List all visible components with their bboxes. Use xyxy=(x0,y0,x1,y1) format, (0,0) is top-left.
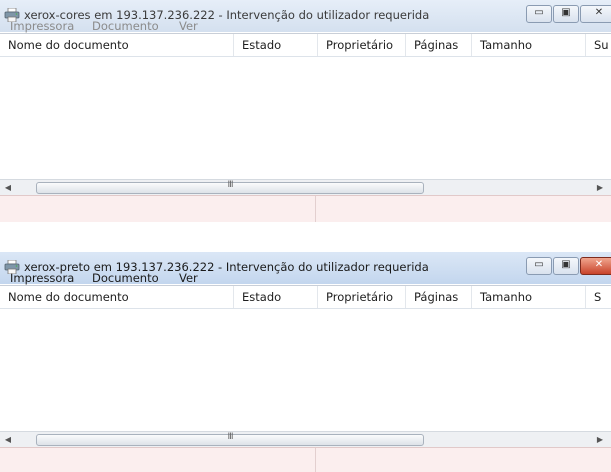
column-submetido[interactable]: S xyxy=(585,286,611,308)
minimize-button[interactable]: ▭ xyxy=(526,257,552,275)
window-title: xerox-preto em 193.137.236.222 - Interve… xyxy=(24,260,429,274)
column-submetido[interactable]: Su xyxy=(585,34,611,56)
scroll-left-icon[interactable]: ◀ xyxy=(2,182,14,194)
status-bar xyxy=(0,195,611,222)
maximize-icon: ▣ xyxy=(561,7,571,18)
document-list[interactable]: Nome do documento Estado Proprietário Pá… xyxy=(0,33,611,197)
scroll-right-icon[interactable]: ▶ xyxy=(594,182,606,194)
menu-impressora[interactable]: Impressora xyxy=(10,271,74,285)
menu-documento[interactable]: Documento xyxy=(92,271,159,285)
column-tamanho[interactable]: Tamanho xyxy=(471,34,585,56)
status-divider xyxy=(315,448,316,472)
column-estado[interactable]: Estado xyxy=(233,34,317,56)
column-nome-documento[interactable]: Nome do documento xyxy=(0,286,233,308)
scroll-grip: III xyxy=(227,432,234,442)
print-queue-window-preto: xerox-preto em 193.137.236.222 - Interve… xyxy=(0,252,611,472)
close-icon: ✕ xyxy=(594,7,604,18)
column-proprietario[interactable]: Proprietário xyxy=(317,286,405,308)
scroll-left-icon[interactable]: ◀ xyxy=(2,434,14,446)
close-icon: ✕ xyxy=(594,259,604,270)
document-list[interactable]: Nome do documento Estado Proprietário Pá… xyxy=(0,285,611,449)
column-estado[interactable]: Estado xyxy=(233,286,317,308)
menu-documento[interactable]: Documento xyxy=(92,19,159,33)
maximize-button[interactable]: ▣ xyxy=(553,5,579,23)
menu-ver[interactable]: Ver xyxy=(179,19,198,33)
column-nome-documento[interactable]: Nome do documento xyxy=(0,34,233,56)
scroll-right-icon[interactable]: ▶ xyxy=(594,434,606,446)
scroll-thumb[interactable]: III xyxy=(36,180,424,194)
column-proprietario[interactable]: Proprietário xyxy=(317,34,405,56)
scroll-grip: III xyxy=(227,180,234,190)
window-title: xerox-cores em 193.137.236.222 - Interve… xyxy=(24,8,430,22)
scroll-thumb[interactable]: III xyxy=(36,432,424,446)
menu-impressora[interactable]: Impressora xyxy=(10,19,74,33)
close-button[interactable]: ✕ xyxy=(580,5,611,23)
status-divider xyxy=(315,196,316,222)
column-header-row: Nome do documento Estado Proprietário Pá… xyxy=(0,34,611,57)
minimize-icon: ▭ xyxy=(534,259,544,270)
minimize-icon: ▭ xyxy=(534,7,544,18)
column-tamanho[interactable]: Tamanho xyxy=(471,286,585,308)
menu-ver[interactable]: Ver xyxy=(179,271,198,285)
column-paginas[interactable]: Páginas xyxy=(405,34,471,56)
minimize-button[interactable]: ▭ xyxy=(526,5,552,23)
maximize-button[interactable]: ▣ xyxy=(553,257,579,275)
column-header-row: Nome do documento Estado Proprietário Pá… xyxy=(0,286,611,309)
close-button[interactable]: ✕ xyxy=(580,257,611,275)
maximize-icon: ▣ xyxy=(561,259,571,270)
column-paginas[interactable]: Páginas xyxy=(405,286,471,308)
status-bar xyxy=(0,447,611,472)
print-queue-window-cores: xerox-cores em 193.137.236.222 - Interve… xyxy=(0,0,611,222)
